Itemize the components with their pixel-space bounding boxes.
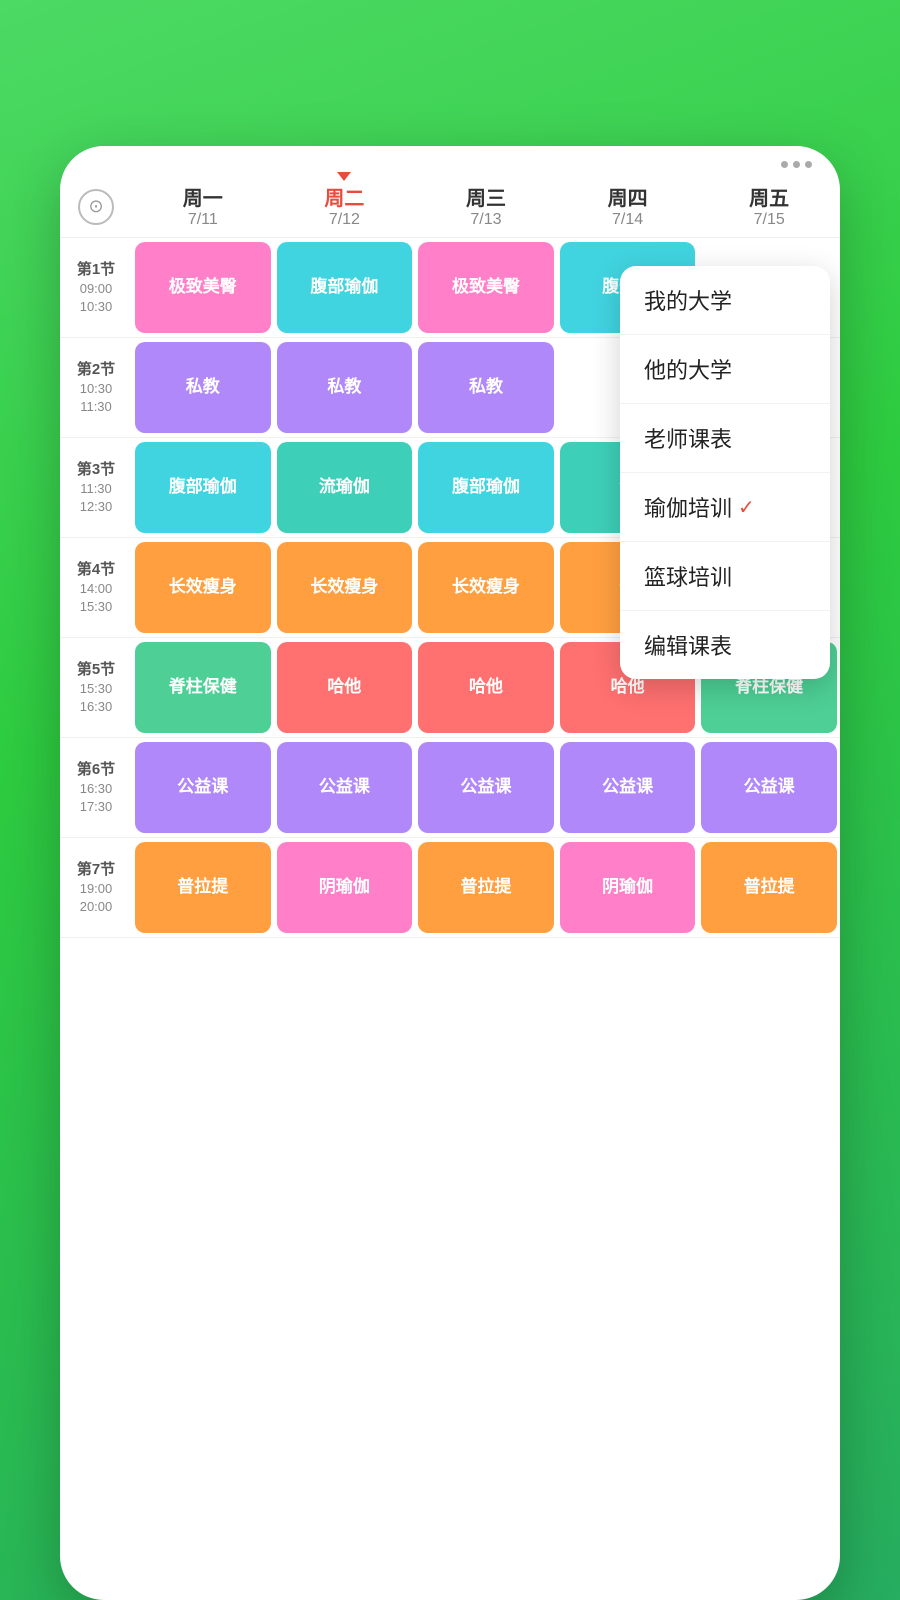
day-cell-4-2: 哈他: [415, 638, 557, 737]
class-block-1-0[interactable]: 私教: [135, 342, 271, 433]
dropdown-label-1: 他的大学: [644, 353, 732, 385]
class-block-5-2[interactable]: 公益课: [418, 742, 554, 833]
day-cell-1-0: 私教: [132, 338, 274, 437]
class-block-4-0[interactable]: 脊柱保健: [135, 642, 271, 733]
class-block-6-1[interactable]: 阴瑜伽: [277, 842, 413, 933]
phone-frame: ⊙ 周一7/11周二7/12周三7/13周四7/14周五7/15 第1节09:0…: [60, 146, 840, 1600]
day-header-1: 周二7/12: [274, 176, 416, 237]
class-block-0-1[interactable]: 腹部瑜伽: [277, 242, 413, 333]
class-block-1-2[interactable]: 私教: [418, 342, 554, 433]
dropdown-menu[interactable]: 我的大学他的大学老师课表瑜伽培训✓ 篮球培训编辑课表: [620, 266, 830, 679]
dropdown-check-3: ✓: [738, 495, 755, 520]
class-block-2-1[interactable]: 流瑜伽: [277, 442, 413, 533]
time-row-5: 第6节16:3017:30公益课公益课公益课公益课公益课: [60, 738, 840, 838]
day-cell-3-0: 长效瘦身: [132, 538, 274, 637]
class-block-4-1[interactable]: 哈他: [277, 642, 413, 733]
day-cell-6-1: 阴瑜伽: [274, 838, 416, 937]
time-label-0: 第1节09:0010:30: [60, 238, 132, 337]
dropdown-item-1[interactable]: 他的大学: [620, 335, 830, 404]
class-block-3-1[interactable]: 长效瘦身: [277, 542, 413, 633]
class-block-5-1[interactable]: 公益课: [277, 742, 413, 833]
day-cell-1-1: 私教: [274, 338, 416, 437]
day-date-4: 7/15: [702, 211, 836, 229]
day-name-4: 周五: [702, 182, 836, 211]
dropdown-label-2: 老师课表: [644, 422, 732, 454]
day-cell-0-0: 极致美臀: [132, 238, 274, 337]
dropdown-label-0: 我的大学: [644, 284, 732, 316]
time-label-6: 第7节19:0020:00: [60, 838, 132, 937]
class-block-4-2[interactable]: 哈他: [418, 642, 554, 733]
day-cell-5-1: 公益课: [274, 738, 416, 837]
dot2: [793, 161, 800, 168]
dropdown-label-4: 篮球培训: [644, 560, 732, 592]
class-block-6-2[interactable]: 普拉提: [418, 842, 554, 933]
class-block-6-4[interactable]: 普拉提: [701, 842, 837, 933]
class-block-0-0[interactable]: 极致美臀: [135, 242, 271, 333]
day-cell-5-4: 公益课: [698, 738, 840, 837]
day-cell-2-0: 腹部瑜伽: [132, 438, 274, 537]
day-header-4: 周五7/15: [698, 176, 840, 237]
dropdown-item-5[interactable]: 编辑课表: [620, 611, 830, 679]
day-cell-3-1: 长效瘦身: [274, 538, 416, 637]
day-cell-0-2: 极致美臀: [415, 238, 557, 337]
class-block-6-3[interactable]: 阴瑜伽: [560, 842, 696, 933]
time-label-3: 第4节14:0015:30: [60, 538, 132, 637]
active-day-indicator: [337, 172, 351, 181]
header-section: [0, 0, 900, 106]
day-name-1: 周二: [278, 182, 412, 211]
dropdown-item-4[interactable]: 篮球培训: [620, 542, 830, 611]
class-block-5-4[interactable]: 公益课: [701, 742, 837, 833]
time-label-5: 第6节16:3017:30: [60, 738, 132, 837]
day-cell-6-2: 普拉提: [415, 838, 557, 937]
day-name-2: 周三: [419, 182, 553, 211]
day-cell-6-4: 普拉提: [698, 838, 840, 937]
day-cell-6-3: 阴瑜伽: [557, 838, 699, 937]
day-cell-2-1: 流瑜伽: [274, 438, 416, 537]
time-label-2: 第3节11:3012:30: [60, 438, 132, 537]
day-cell-2-2: 腹部瑜伽: [415, 438, 557, 537]
class-block-5-0[interactable]: 公益课: [135, 742, 271, 833]
class-block-0-2[interactable]: 极致美臀: [418, 242, 554, 333]
dot1: [781, 161, 788, 168]
compass-icon: ⊙: [78, 189, 114, 225]
day-name-3: 周四: [561, 182, 695, 211]
class-block-2-2[interactable]: 腹部瑜伽: [418, 442, 554, 533]
day-header-row: ⊙ 周一7/11周二7/12周三7/13周四7/14周五7/15: [60, 176, 840, 238]
day-cell-5-3: 公益课: [557, 738, 699, 837]
day-cell-0-1: 腹部瑜伽: [274, 238, 416, 337]
class-block-3-2[interactable]: 长效瘦身: [418, 542, 554, 633]
dots-menu[interactable]: [781, 161, 812, 168]
day-header-3: 周四7/14: [557, 176, 699, 237]
dropdown-label-5: 编辑课表: [644, 629, 732, 661]
day-date-0: 7/11: [136, 211, 270, 229]
class-block-6-0[interactable]: 普拉提: [135, 842, 271, 933]
day-cell-4-0: 脊柱保健: [132, 638, 274, 737]
class-block-1-1[interactable]: 私教: [277, 342, 413, 433]
dropdown-item-0[interactable]: 我的大学: [620, 266, 830, 335]
day-header-0: 周一7/11: [132, 176, 274, 237]
day-date-2: 7/13: [419, 211, 553, 229]
time-col-header: ⊙: [60, 176, 132, 237]
dot3: [805, 161, 812, 168]
time-label-1: 第2节10:3011:30: [60, 338, 132, 437]
day-cell-5-2: 公益课: [415, 738, 557, 837]
dropdown-label-3: 瑜伽培训: [644, 491, 732, 523]
dropdown-item-2[interactable]: 老师课表: [620, 404, 830, 473]
day-cell-4-1: 哈他: [274, 638, 416, 737]
dropdown-item-3[interactable]: 瑜伽培训✓: [620, 473, 830, 542]
time-label-4: 第5节15:3016:30: [60, 638, 132, 737]
class-block-2-0[interactable]: 腹部瑜伽: [135, 442, 271, 533]
day-header-2: 周三7/13: [415, 176, 557, 237]
class-block-5-3[interactable]: 公益课: [560, 742, 696, 833]
phone-topbar: [60, 146, 840, 176]
day-date-1: 7/12: [278, 211, 412, 229]
day-date-3: 7/14: [561, 211, 695, 229]
time-row-6: 第7节19:0020:00普拉提阴瑜伽普拉提阴瑜伽普拉提: [60, 838, 840, 938]
day-cell-5-0: 公益课: [132, 738, 274, 837]
day-name-0: 周一: [136, 182, 270, 211]
day-cell-1-2: 私教: [415, 338, 557, 437]
day-cell-3-2: 长效瘦身: [415, 538, 557, 637]
class-block-3-0[interactable]: 长效瘦身: [135, 542, 271, 633]
day-cell-6-0: 普拉提: [132, 838, 274, 937]
